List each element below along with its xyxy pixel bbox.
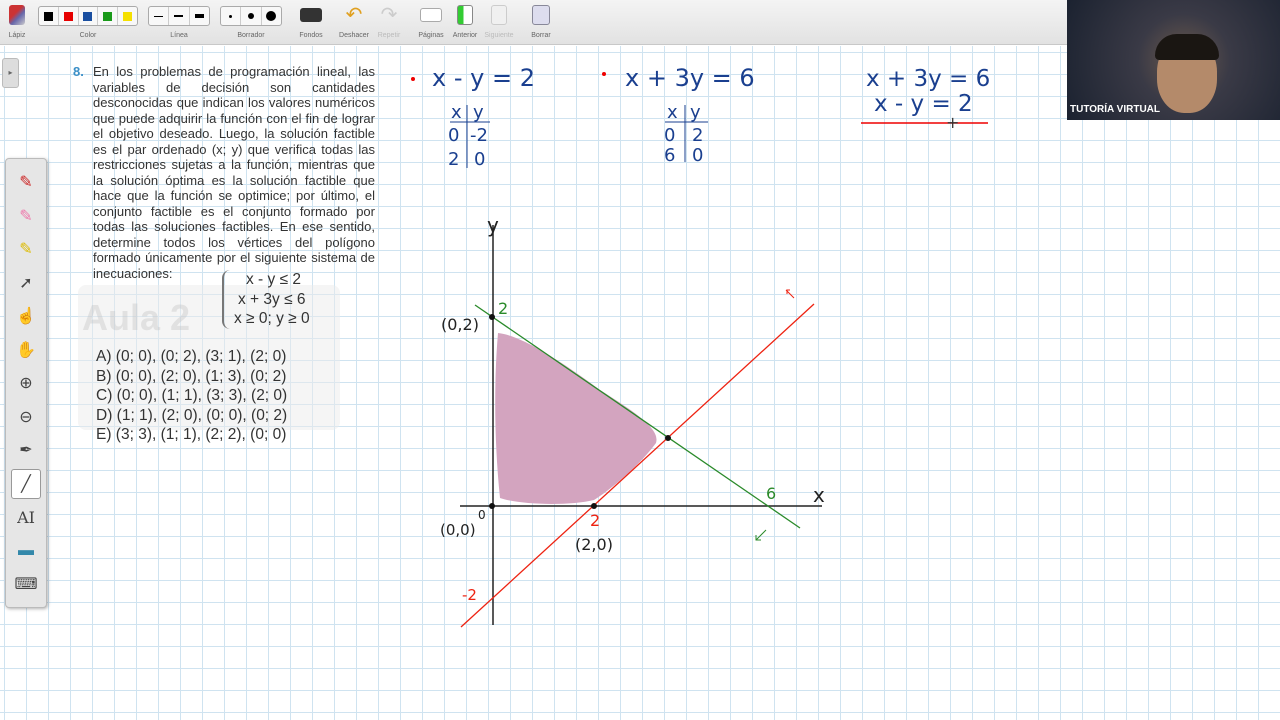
point-label-0-2: (0,2) <box>441 315 479 334</box>
table-cell: -2 <box>470 125 488 146</box>
direction-arrow-red <box>785 289 795 299</box>
y-intercept-2: 2 <box>498 299 508 318</box>
bullet-dot <box>602 72 606 76</box>
table-cell: 2 <box>448 149 459 170</box>
table-head: y <box>690 102 701 123</box>
origin-zero: 0 <box>478 508 486 522</box>
point-label-origin: (0,0) <box>440 521 476 539</box>
table-cell: 6 <box>664 145 675 166</box>
webcam-video: TUTORÍA VIRTUAL <box>1067 0 1280 120</box>
direction-arrow-green <box>755 529 767 541</box>
feasible-region <box>495 333 657 504</box>
y-intercept-minus-2: -2 <box>462 586 477 604</box>
equation-2: x + 3y = 6 <box>625 64 755 92</box>
table-head: y <box>473 102 484 123</box>
table-head: x <box>667 102 678 123</box>
cursor-crosshair: + <box>946 113 959 132</box>
table-cell: 0 <box>692 145 703 166</box>
point-label-2-0: (2,0) <box>575 535 613 554</box>
table-cell: 0 <box>664 125 675 146</box>
value-table-1: x y 0 -2 2 0 <box>448 102 490 170</box>
webcam-caption: TUTORÍA VIRTUAL <box>1070 104 1160 115</box>
table-cell: 2 <box>692 125 703 146</box>
bullet-dot <box>411 77 415 81</box>
presenter-hair <box>1155 34 1219 60</box>
system-eq-1: x + 3y = 6 <box>866 66 990 92</box>
value-table-2: x y 0 2 6 0 <box>664 102 708 166</box>
table-cell: 0 <box>474 149 485 170</box>
x-axis-label: x <box>813 483 825 507</box>
equation-1: x - y = 2 <box>432 64 535 92</box>
x-intercept-2: 2 <box>590 511 600 530</box>
y-axis-label: y <box>487 213 499 237</box>
table-cell: 0 <box>448 125 459 146</box>
watermark-text: Aula 2 <box>82 297 191 338</box>
x-intercept-6: 6 <box>766 484 776 503</box>
table-head: x <box>451 102 462 123</box>
